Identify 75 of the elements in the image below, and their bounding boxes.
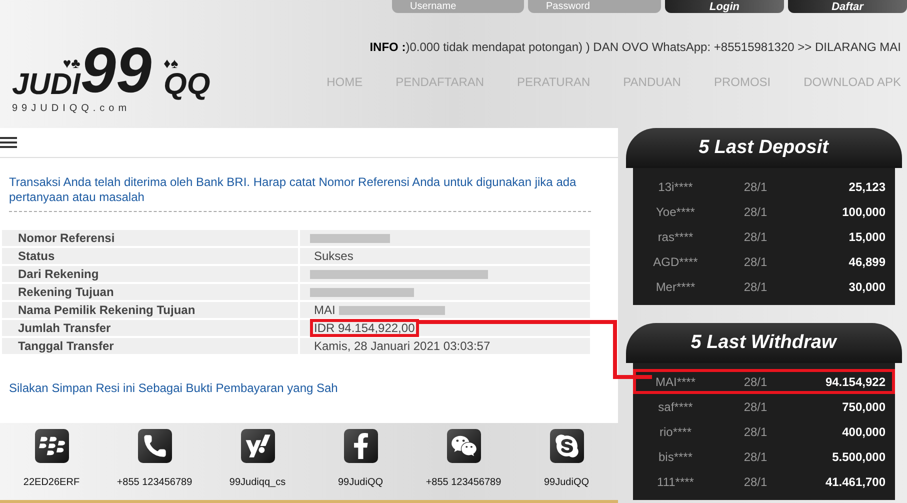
menu-icon[interactable] <box>0 137 17 148</box>
register-button[interactable]: Daftar <box>788 0 907 13</box>
user-name: MAI**** <box>654 374 696 390</box>
field-label: Jumlah Transfer <box>2 320 298 336</box>
amount: 750,000 <box>841 398 886 416</box>
suits-left: ♥♣ <box>62 56 80 70</box>
user-name: 111**** <box>656 474 695 490</box>
amount: 5.500,000 <box>831 448 886 466</box>
facebook-icon[interactable] <box>344 429 378 463</box>
logo-domain: 99JUDIQQ.com <box>12 102 131 116</box>
user-name: Mer**** <box>654 278 696 296</box>
user-name: AGD**** <box>652 254 699 270</box>
date: 28/1 <box>742 424 768 440</box>
field-label: Nomor Referensi <box>2 230 298 246</box>
date: 28/1 <box>742 448 768 466</box>
amount: 100,000 <box>841 204 886 220</box>
field-label: Status <box>2 248 298 264</box>
nav-link[interactable]: DOWNLOAD APK <box>804 73 901 91</box>
contact-label: 22ED26ERF <box>23 476 80 490</box>
date: 28/1 <box>742 204 768 220</box>
user-name: bis**** <box>657 448 694 466</box>
date: 28/1 <box>742 398 768 416</box>
date: 28/1 <box>742 228 768 246</box>
contact-label: 99JudiQQ <box>338 476 384 490</box>
contact-label: 99Judiqq_cs <box>229 476 286 490</box>
amount: 46,899 <box>848 254 886 270</box>
logo-word: JUDI <box>12 70 80 100</box>
nav-link[interactable]: PERATURAN <box>517 73 590 91</box>
user-name: Yoe**** <box>655 204 696 220</box>
panel-title: 5 Last Deposit <box>698 136 828 160</box>
field-label: Nama Pemilik Rekening Tujuan <box>2 302 298 318</box>
info-text: )0.000 tidak mendapat potongan) ) DAN OVO WhatsApp: +85515981320 >> DILARANG MAI <box>406 40 901 54</box>
amount: 30,000 <box>848 278 886 296</box>
value-text: Sukses <box>313 248 354 265</box>
field-label: Rekening Tujuan <box>2 284 298 300</box>
wechat-icon[interactable] <box>446 429 480 463</box>
receipt-note: Silakan Simpan Resi ini Sebagai Bukti Pembayaran yang Sah <box>9 380 339 397</box>
nav-link[interactable]: HOME <box>326 73 363 91</box>
nav-link[interactable]: PROMOSI <box>714 73 771 91</box>
skype-icon[interactable] <box>550 429 584 463</box>
value-text: MAI <box>313 302 336 319</box>
amount: 400,000 <box>841 424 886 440</box>
yahoo-icon[interactable] <box>240 429 274 463</box>
panel-title: 5 Last Withdraw <box>690 330 836 355</box>
contact-label: +855 123456789 <box>426 476 502 490</box>
phone-icon[interactable] <box>138 429 172 463</box>
amount: 15,000 <box>848 228 886 246</box>
suits-right: ♦♠ <box>164 56 178 70</box>
logo-numeral: 99 <box>80 38 153 102</box>
amount: 25,123 <box>848 178 886 196</box>
contact-label: +855 123456789 <box>116 476 192 490</box>
user-name: ras**** <box>656 228 694 246</box>
user-name: rio**** <box>658 424 692 440</box>
nav-link[interactable]: PANDUAN <box>623 73 681 91</box>
value-text: IDR 94.154,922,00 <box>310 319 419 337</box>
field-label: Dari Rekening <box>2 266 298 282</box>
field-label: Tanggal Transfer <box>2 338 298 354</box>
blackberry-icon[interactable] <box>34 429 68 463</box>
date: 28/1 <box>742 374 768 390</box>
password-field[interactable]: Password <box>528 0 661 13</box>
date: 28/1 <box>742 254 768 270</box>
user-name: 13i**** <box>657 178 694 196</box>
username-field[interactable]: Username <box>392 0 524 13</box>
value-text: Kamis, 28 Januari 2021 03:03:57 <box>313 338 492 355</box>
date: 28/1 <box>742 278 768 296</box>
contact-label: 99JudiQQ <box>544 476 590 490</box>
amount: 41.461,700 <box>824 474 886 490</box>
date: 28/1 <box>742 178 768 196</box>
login-button[interactable]: Login <box>665 0 784 13</box>
info-label: INFO : <box>370 40 406 54</box>
date: 28/1 <box>742 474 768 490</box>
user-name: saf**** <box>657 398 694 416</box>
confirmation-message: Transaksi Anda telah diterima oleh Bank BRI. Harap catat Nomor Referensi Anda untuk digunakan jika ada pertanyaan atau masalah <box>9 175 591 212</box>
amount: 94.154,922 <box>824 374 886 390</box>
logo-word: QQ <box>164 70 210 100</box>
